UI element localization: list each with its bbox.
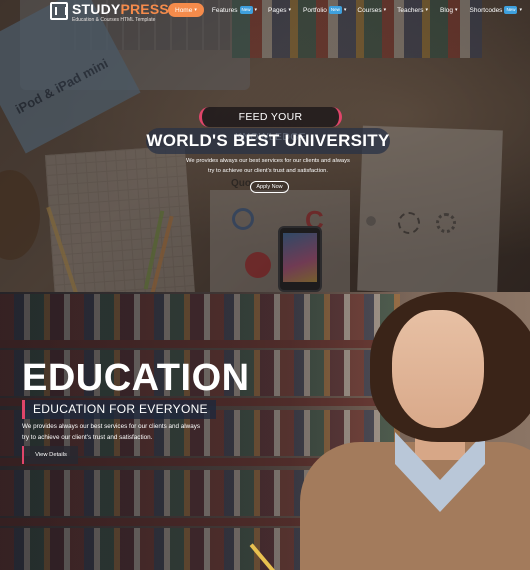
hero-title: EDUCATION	[22, 357, 250, 399]
nav-item-teachers[interactable]: Teachers ▾	[397, 3, 428, 17]
nav-item-pages[interactable]: Pages ▾	[268, 3, 291, 17]
new-badge: New	[239, 6, 253, 14]
book-icon	[50, 2, 68, 20]
new-badge: New	[328, 6, 342, 14]
hero-description-line: We provides always our best services for…	[186, 158, 350, 164]
brand-name: STUDYPRESS	[72, 1, 169, 17]
brand-logo[interactable]: STUDYPRESS Education & Courses HTML Temp…	[50, 2, 169, 24]
chevron-down-icon: ▾	[455, 7, 458, 13]
hero-subtitle: EDUCATION FOR EVERYONE	[22, 400, 216, 419]
apply-now-button[interactable]: Apply Now	[250, 181, 289, 193]
new-badge: New	[504, 6, 518, 14]
chevron-down-icon: ▾	[288, 7, 291, 13]
chevron-down-icon: ▾	[383, 7, 387, 13]
chevron-down-icon: ▾	[343, 7, 347, 13]
hero-description-line: try to achieve our client's trust and sa…	[208, 168, 328, 174]
hero-subtitle: FEED YOUR KNOWLEDGE	[199, 107, 342, 143]
nav-item-portfolio[interactable]: Portfolio New ▾	[303, 3, 346, 17]
nav-item-features[interactable]: Features New ▾	[212, 3, 257, 17]
hero-description: We provides always our best services for…	[22, 422, 202, 443]
nav-item-home[interactable]: Home ▾	[168, 3, 204, 17]
chevron-down-icon: ▾	[194, 7, 197, 13]
chevron-down-icon: ▾	[254, 7, 258, 13]
hero-slide-education: EDUCATION EDUCATION FOR EVERYONE We prov…	[0, 292, 530, 570]
chevron-down-icon: ▾	[425, 7, 429, 13]
site-header: STUDYPRESS Education & Courses HTML Temp…	[0, 0, 530, 24]
hero-title: WORLD'S BEST UNIVERSITY	[146, 128, 390, 154]
chevron-down-icon: ▾	[519, 7, 522, 13]
main-nav: Home ▾ Features New ▾ Pages ▾ Portfolio Ne…	[168, 3, 522, 17]
hero-description: We provides always our best services for…	[168, 156, 368, 176]
brand-tagline: Education & Courses HTML Template	[72, 17, 156, 23]
view-details-button[interactable]: View Details	[22, 446, 78, 464]
hero-description-line: We provides always our best services for…	[22, 423, 201, 430]
nav-item-courses[interactable]: Courses ▾	[357, 3, 386, 17]
hero-slide-content: FEED YOUR KNOWLEDGE WORLD'S BEST UNIVERS…	[0, 0, 530, 292]
nav-item-blog[interactable]: Blog ▾	[440, 3, 458, 17]
student-image	[392, 310, 484, 428]
nav-item-shortcodes[interactable]: Shortcodes New ▾	[470, 3, 522, 17]
hero-description-line: try to achieve our client's trust and sa…	[22, 433, 153, 441]
